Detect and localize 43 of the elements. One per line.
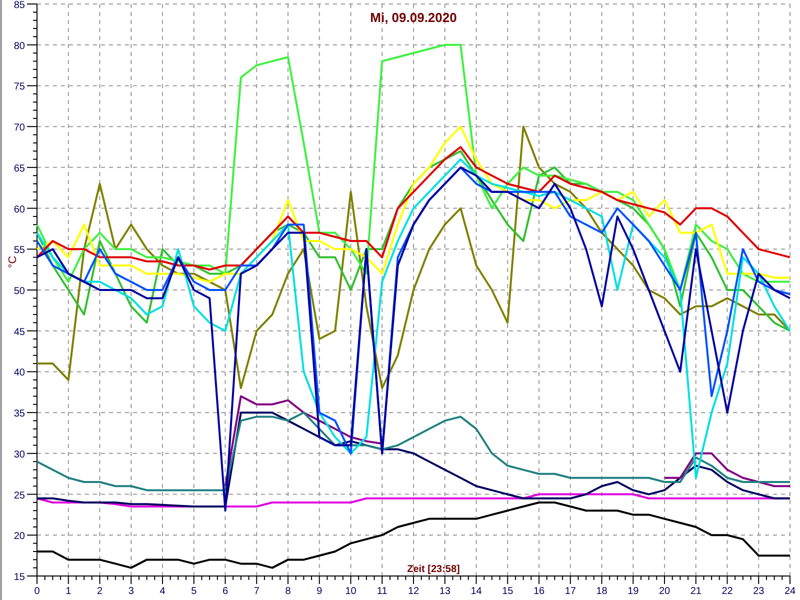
y-tick-label: 30 <box>14 449 25 460</box>
x-tick-label: 22 <box>722 586 733 597</box>
x-axis-label: Zeit [23:58] <box>407 564 460 575</box>
x-tick-label: 13 <box>439 586 450 597</box>
x-tick-label: 7 <box>254 586 260 597</box>
y-tick-label: 75 <box>14 82 25 93</box>
x-tick-label: 15 <box>502 586 514 597</box>
y-tick-label: 55 <box>14 245 25 256</box>
x-tick-label: 21 <box>690 586 702 597</box>
x-tick-label: 10 <box>345 586 356 597</box>
y-tick-label: 50 <box>14 286 25 297</box>
x-tick-label: 14 <box>470 586 482 597</box>
x-tick-label: 4 <box>160 586 166 597</box>
y-tick-label: 70 <box>14 122 25 134</box>
x-tick-label: 17 <box>564 586 576 597</box>
y-tick-label: 20 <box>14 531 25 542</box>
y-axis-label: °C <box>7 256 19 268</box>
x-tick-label: 6 <box>222 586 228 597</box>
x-tick-label: 2 <box>96 586 103 597</box>
x-tick-label: 9 <box>316 586 322 597</box>
x-tick-label: 23 <box>753 586 764 597</box>
x-tick-label: 12 <box>408 586 420 597</box>
x-tick-label: 3 <box>128 586 134 597</box>
y-tick-label: 25 <box>14 490 25 502</box>
x-tick-label: 1 <box>66 586 72 597</box>
x-tick-label: 11 <box>376 586 388 597</box>
x-tick-label: 0 <box>34 586 40 597</box>
chart-title: Mi, 09.09.2020 <box>370 10 457 25</box>
x-tick-label: 19 <box>628 586 639 597</box>
y-tick-label: 80 <box>14 40 25 52</box>
y-tick-label: 15 <box>14 572 25 583</box>
y-tick-label: 35 <box>14 408 25 420</box>
x-tick-label: 16 <box>533 586 545 597</box>
x-tick-label: 5 <box>191 586 197 597</box>
x-tick-label: 8 <box>285 586 291 597</box>
y-tick-label: 65 <box>14 163 25 174</box>
y-tick-label: 85 <box>14 0 25 11</box>
x-tick-label: 24 <box>784 586 796 597</box>
x-tick-label: 18 <box>596 586 608 597</box>
y-tick-label: 45 <box>14 326 25 338</box>
y-tick-label: 40 <box>14 368 25 379</box>
x-tick-label: 20 <box>658 586 670 597</box>
y-tick-label: 60 <box>14 204 25 216</box>
